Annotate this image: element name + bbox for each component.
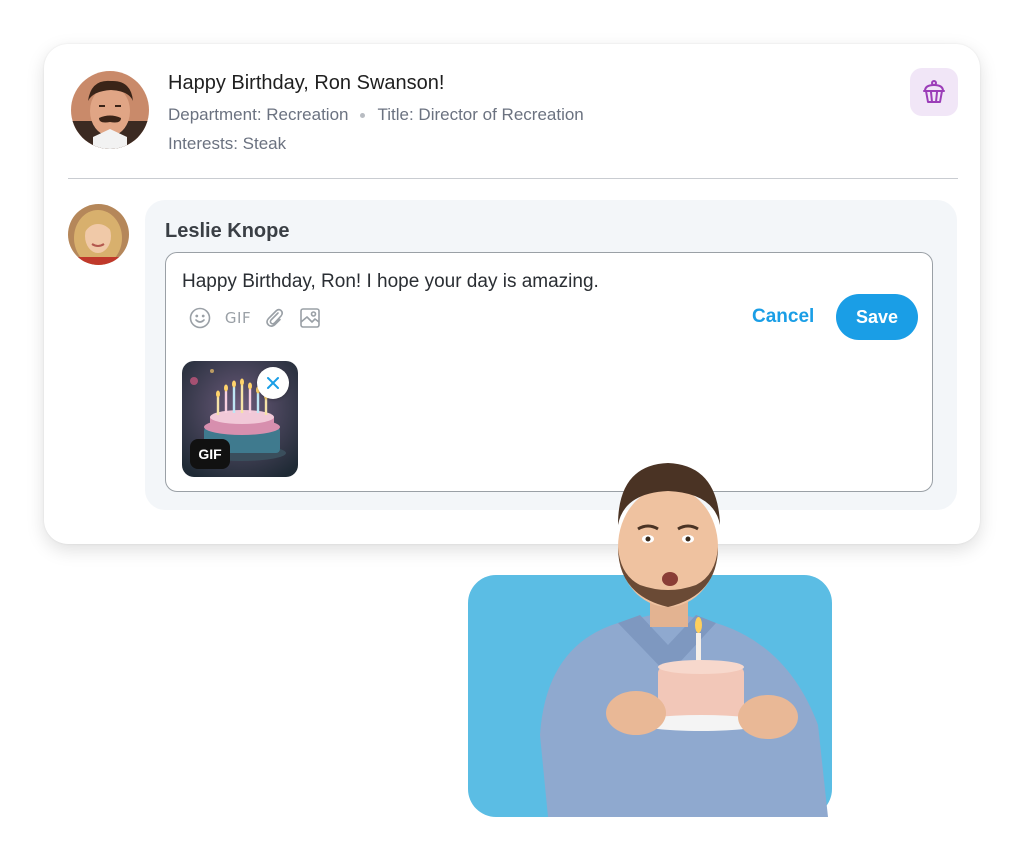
page-title: Happy Birthday, Ron Swanson! [168,72,445,94]
close-icon [267,377,279,389]
attach-button[interactable] [262,307,286,329]
emoji-button[interactable] [188,307,212,329]
image-button[interactable] [298,307,322,329]
comment-author: Leslie Knope [165,220,290,242]
image-icon [300,308,320,328]
job-title-text: Title: Director of Recreation [377,105,584,124]
employee-meta: Department: Recreation Title: Director o… [168,105,584,125]
celebration-button[interactable] [910,68,958,116]
comment-input[interactable]: Happy Birthday, Ron! I hope your day is … [182,271,599,293]
birthday-person-illustration [468,455,888,817]
gif-badge: GIF [190,439,230,469]
remove-attachment-button[interactable] [257,367,289,399]
paperclip-icon [266,308,284,327]
save-button[interactable]: Save [836,294,918,340]
divider [68,178,958,179]
gif-button[interactable]: GIF [224,307,252,329]
ron-avatar [71,71,149,149]
cancel-button[interactable]: Cancel [752,306,814,328]
meta-separator [360,112,366,118]
interests-text: Interests: Steak [168,134,287,153]
emoji-icon [189,307,211,329]
department-text: Department: Recreation [168,105,349,124]
leslie-avatar [68,204,129,265]
cupcake-icon [923,80,945,103]
